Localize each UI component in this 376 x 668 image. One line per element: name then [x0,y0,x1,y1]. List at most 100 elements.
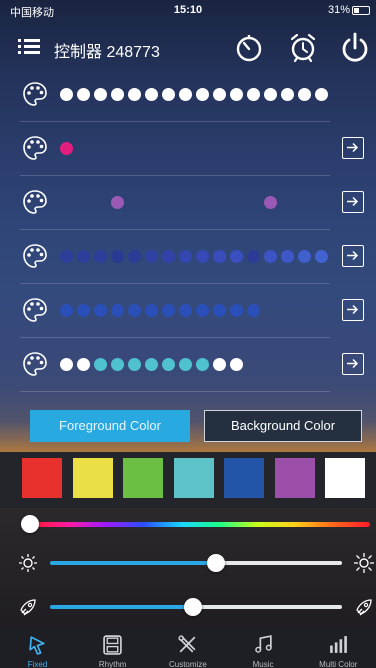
color-swatch[interactable] [224,458,264,498]
led-dot [162,358,175,371]
led-dot [196,88,209,101]
tab-label: Music [252,660,274,668]
led-dots [60,303,335,319]
mode-row[interactable] [0,122,376,176]
led-dot [281,88,294,101]
palette-icon[interactable] [22,81,48,107]
led-dot [60,358,73,371]
led-dot [60,304,73,317]
foreground-color-tab[interactable]: Foreground Color [30,410,190,442]
led-dot [213,88,226,101]
color-swatch[interactable] [72,458,113,498]
palette-icon[interactable] [22,351,48,377]
led-dot [145,250,158,263]
led-dot [77,358,90,371]
led-dot [145,304,158,317]
speed-slow-icon [20,599,36,616]
led-dot [196,250,209,263]
led-dot [298,250,311,263]
color-swatch[interactable] [123,458,163,498]
led-dot [247,304,260,317]
led-dot [77,88,90,101]
led-dots [60,141,335,157]
led-dot [162,88,175,101]
mode-row[interactable] [0,230,376,284]
led-dot [111,358,124,371]
speed-slider-knob[interactable] [184,598,203,616]
brightness-high-icon [354,553,374,573]
tab-multi-color[interactable]: Multi Color [301,630,376,668]
tab-rhythm[interactable]: Rhythm [75,630,150,668]
brightness-slider[interactable] [50,561,342,565]
mode-row[interactable] [0,176,376,230]
led-dot [128,304,141,317]
led-dot [77,304,90,317]
led-dot [315,88,328,101]
battery-icon [352,6,370,15]
color-swatch[interactable] [274,458,315,498]
color-swatch[interactable] [22,458,62,498]
tab-music[interactable]: Music [226,630,301,668]
color-swatches [0,452,376,508]
divider [20,391,330,392]
led-dot [196,304,209,317]
led-dot [264,250,277,263]
led-dot [111,304,124,317]
alarm-icon[interactable] [286,31,320,65]
led-dot [77,250,90,263]
led-dot [60,88,73,101]
led-dot [230,88,243,101]
palette-icon[interactable] [22,297,48,323]
led-dot [247,250,260,263]
music-icon [254,635,272,653]
led-dot [60,142,73,155]
mode-row[interactable] [0,68,376,122]
mode-row[interactable] [0,284,376,338]
hue-slider-knob[interactable] [21,515,39,533]
led-dot [162,304,175,317]
color-tabs: Foreground Color Background Color [0,408,376,444]
background-color-tab[interactable]: Background Color [204,410,362,442]
led-dot [230,358,243,371]
color-swatch[interactable] [173,458,214,498]
arrow-right-icon[interactable] [342,299,364,321]
color-swatch[interactable] [325,458,365,498]
tab-label: Multi Color [319,660,358,668]
power-icon[interactable] [338,31,372,65]
led-dot [128,358,141,371]
speed-fast-icon [356,599,372,616]
tab-customize[interactable]: Customize [150,630,225,668]
arrow-right-icon[interactable] [342,245,364,267]
led-dot [230,304,243,317]
led-dot [111,196,124,209]
led-dot [213,250,226,263]
arrow-right-icon[interactable] [342,353,364,375]
save-icon [103,635,122,655]
led-dot [298,88,311,101]
led-dot [145,88,158,101]
menu-icon[interactable] [18,38,40,56]
brightness-low-icon [19,554,37,572]
palette-icon[interactable] [22,243,48,269]
status-bar: 中国移动 15:10 31% [0,0,376,20]
brightness-slider-knob[interactable] [207,554,226,572]
pointer-icon [29,636,45,655]
led-dots [60,195,335,211]
bottom-tab-bar: Fixed Rhythm Customize Music Multi Color [0,630,376,668]
led-dot [162,250,175,263]
led-dot [179,304,192,317]
mode-row[interactable] [0,338,376,392]
led-dot [94,250,107,263]
arrow-right-icon[interactable] [342,191,364,213]
hue-slider[interactable] [30,522,370,527]
timer-icon[interactable] [232,31,266,65]
tab-fixed[interactable]: Fixed [0,630,75,668]
page-title: 控制器 248773 [54,44,160,61]
arrow-right-icon[interactable] [342,137,364,159]
led-dots [60,249,335,265]
palette-icon[interactable] [22,135,48,161]
palette-icon[interactable] [22,189,48,215]
led-dot [315,250,328,263]
led-dot [128,88,141,101]
led-dot [264,88,277,101]
